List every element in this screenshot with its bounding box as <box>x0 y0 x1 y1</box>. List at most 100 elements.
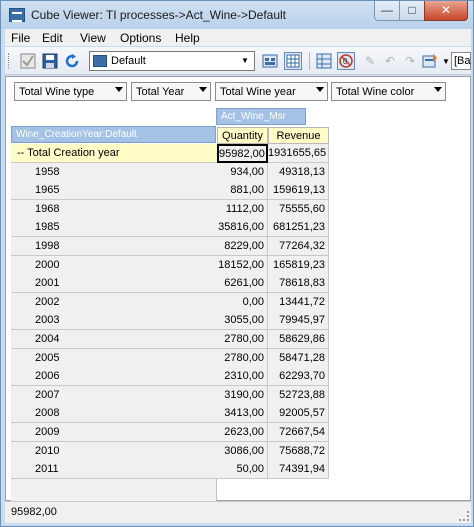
toolbar-grip[interactable] <box>8 53 11 69</box>
dim-label: Total Wine color <box>336 86 415 98</box>
cell-quantity[interactable]: 6261,00 <box>217 274 268 293</box>
checkbox-icon[interactable] <box>19 52 37 70</box>
row-header[interactable]: 2004 <box>11 330 217 349</box>
window-title: Cube Viewer: TI processes->Act_Wine->Def… <box>31 8 287 22</box>
row-header[interactable]: 1998 <box>11 237 217 256</box>
data-table-icon[interactable] <box>315 52 333 70</box>
redo-icon[interactable]: ↷ <box>401 52 419 70</box>
chevron-down-icon[interactable]: ▼ <box>238 54 252 68</box>
row-header[interactable]: 2003 <box>11 311 217 330</box>
menu-help[interactable]: Help <box>175 31 200 45</box>
cube-viewer-app-icon <box>9 8 25 22</box>
row-header[interactable]: 2007 <box>11 386 217 405</box>
cell-revenue[interactable]: 74391,94 <box>268 460 329 479</box>
truncated-toolbar-button[interactable]: [Ba <box>451 52 471 70</box>
title-dim-wine-year[interactable]: Total Wine year <box>215 82 328 101</box>
view-selector[interactable]: Default ▼ <box>89 51 255 71</box>
row-header-total[interactable]: -- Total Creation year <box>11 144 217 163</box>
cell-quantity[interactable]: 934,00 <box>217 163 268 182</box>
menu-view[interactable]: View <box>80 31 106 45</box>
cell-revenue[interactable]: 49318,13 <box>268 163 329 182</box>
row-header[interactable]: 2009 <box>11 423 217 442</box>
row-header[interactable]: 2005 <box>11 349 217 368</box>
row-header[interactable]: 1965 <box>11 181 217 200</box>
recalculate-view-icon[interactable] <box>261 52 279 70</box>
cell-quantity[interactable]: 8229,00 <box>217 237 268 256</box>
cell-revenue[interactable]: 681251,23 <box>268 218 329 237</box>
title-dim-wine-color[interactable]: Total Wine color <box>331 82 446 101</box>
cell-revenue[interactable]: 77264,32 <box>268 237 329 256</box>
chevron-down-icon[interactable] <box>434 87 442 92</box>
resize-grip-icon[interactable] <box>459 511 469 521</box>
undo-icon[interactable]: ↶ <box>381 52 399 70</box>
cell-quantity[interactable]: 50,00 <box>217 460 268 479</box>
title-dim-wine-type[interactable]: Total Wine type <box>14 82 127 101</box>
cell-quantity[interactable]: 1112,00 <box>217 200 268 219</box>
row-header[interactable]: 2002 <box>11 293 217 312</box>
cell-quantity[interactable]: 3413,00 <box>217 404 268 423</box>
cell-revenue[interactable]: 78618,83 <box>268 274 329 293</box>
row-header[interactable]: 1985 <box>11 218 217 237</box>
chevron-down-icon[interactable] <box>316 87 324 92</box>
cell-quantity[interactable]: 2310,00 <box>217 367 268 386</box>
cell-quantity[interactable]: 2780,00 <box>217 330 268 349</box>
cell-revenue[interactable]: 75688,72 <box>268 442 329 461</box>
cube-viewer-content: Total Wine type Total Year Total Wine ye… <box>5 76 471 502</box>
cell-quantity[interactable]: 881,00 <box>217 181 268 200</box>
cell-quantity[interactable]: 95982,00 <box>217 144 268 163</box>
refresh-icon[interactable] <box>63 52 81 70</box>
chevron-down-icon[interactable] <box>199 87 207 92</box>
cell-revenue[interactable]: 159619,13 <box>268 181 329 200</box>
title-dim-year[interactable]: Total Year <box>131 82 211 101</box>
row-header[interactable]: 2008 <box>11 404 217 423</box>
row-header[interactable]: 2011 <box>11 460 217 479</box>
row-header[interactable]: 2001 <box>11 274 217 293</box>
sandbox-icon[interactable]: ✎ <box>361 52 379 70</box>
zero-suppress-icon[interactable]: 0 <box>337 52 355 70</box>
minimize-button[interactable]: — <box>374 1 400 21</box>
toolbar-separator <box>309 52 310 70</box>
dim-label: Total Wine year <box>220 86 296 98</box>
column-header-quantity[interactable]: Quantity <box>217 127 268 144</box>
column-header-revenue[interactable]: Revenue <box>268 127 329 144</box>
toolbar: Default ▼ 0 ✎ ↶ ↷ ▼ [Ba <box>5 47 471 75</box>
row-header[interactable]: 1958 <box>11 163 217 182</box>
menu-edit[interactable]: Edit <box>42 31 63 45</box>
chevron-down-icon[interactable] <box>115 87 123 92</box>
cell-revenue[interactable]: 62293,70 <box>268 367 329 386</box>
cell-revenue[interactable]: 75555,60 <box>268 200 329 219</box>
menu-options[interactable]: Options <box>120 31 161 45</box>
grid-icon[interactable] <box>284 52 302 70</box>
cell-revenue[interactable]: 72667,54 <box>268 423 329 442</box>
menu-bar: File Edit View Options Help <box>5 29 471 46</box>
menu-file[interactable]: File <box>11 31 30 45</box>
row-header[interactable]: 2000 <box>11 256 217 275</box>
cell-revenue[interactable]: 58471,28 <box>268 349 329 368</box>
cell-quantity[interactable]: 3190,00 <box>217 386 268 405</box>
cell-quantity[interactable]: 2623,00 <box>217 423 268 442</box>
row-header[interactable]: 2010 <box>11 442 217 461</box>
save-icon[interactable] <box>41 52 59 70</box>
cell-revenue[interactable]: 13441,72 <box>268 293 329 312</box>
row-header[interactable]: 2006 <box>11 367 217 386</box>
column-dimension-tab[interactable]: Act_Wine_Msr <box>216 108 306 125</box>
row-header[interactable]: 1968 <box>11 200 217 219</box>
cell-quantity[interactable]: 18152,00 <box>217 256 268 275</box>
cell-quantity[interactable]: 3055,00 <box>217 311 268 330</box>
cell-revenue[interactable]: 52723,88 <box>268 386 329 405</box>
title-bar[interactable]: Cube Viewer: TI processes->Act_Wine->Def… <box>1 1 473 29</box>
cell-quantity[interactable]: 3086,00 <box>217 442 268 461</box>
close-button[interactable]: ✕ <box>424 1 468 21</box>
cell-revenue[interactable]: 79945,97 <box>268 311 329 330</box>
cell-quantity[interactable]: 35816,00 <box>217 218 268 237</box>
cell-revenue[interactable]: 165819,23 <box>268 256 329 275</box>
cell-quantity[interactable]: 0,00 <box>217 293 268 312</box>
cell-revenue[interactable]: 1931655,65 <box>268 144 329 163</box>
dim-label: Total Wine type <box>19 86 95 98</box>
cell-quantity[interactable]: 2780,00 <box>217 349 268 368</box>
cell-revenue[interactable]: 92005,57 <box>268 404 329 423</box>
cube-view-icon <box>93 55 107 67</box>
row-dimension-header[interactable]: Wine_CreationYear:Default <box>11 126 216 143</box>
cell-revenue[interactable]: 58629,86 <box>268 330 329 349</box>
maximize-button[interactable]: □ <box>399 1 425 21</box>
